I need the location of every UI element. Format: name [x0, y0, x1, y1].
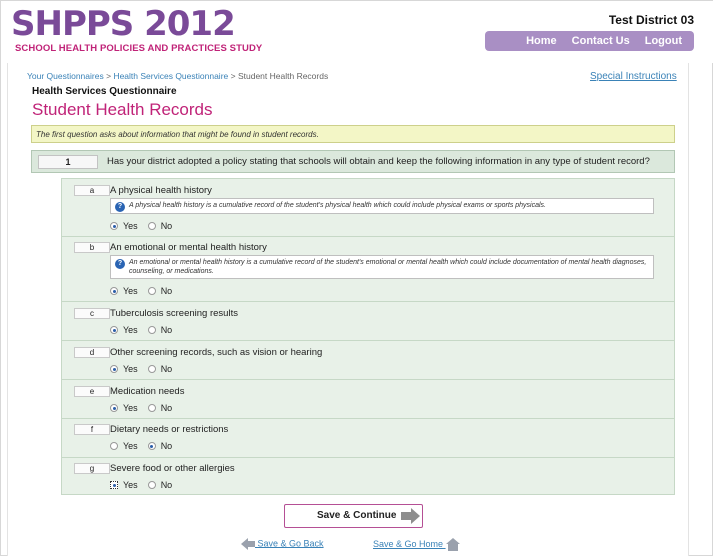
yes-radio[interactable]	[110, 404, 118, 412]
hint-text: A physical health history is a cumulativ…	[129, 202, 547, 209]
yes-label: Yes	[123, 480, 138, 490]
breadcrumb-questionnaires[interactable]: Your Questionnaires	[27, 71, 104, 81]
no-label: No	[160, 325, 173, 335]
questionnaire-name: Health Services Questionnaire	[32, 86, 177, 97]
yes-label: Yes	[123, 325, 138, 335]
list-item: g Severe food or other allergies Yes No	[62, 458, 674, 496]
yes-label: Yes	[123, 221, 138, 231]
no-label: No	[160, 480, 173, 490]
item-label: An emotional or mental health history	[110, 242, 267, 253]
yes-no-group: Yes No	[110, 364, 172, 374]
special-instructions-link[interactable]: Special Instructions	[590, 71, 677, 82]
item-hint: ? A physical health history is a cumulat…	[110, 198, 654, 214]
yes-label: Yes	[123, 403, 138, 413]
no-radio[interactable]	[147, 442, 156, 450]
sub-items-container: a A physical health history ? A physical…	[61, 178, 675, 495]
item-label: Dietary needs or restrictions	[110, 424, 229, 435]
yes-no-group: Yes No	[110, 441, 172, 451]
list-item: c Tuberculosis screening results Yes No	[62, 302, 674, 341]
no-radio[interactable]	[147, 365, 156, 373]
help-icon: ?	[115, 259, 125, 269]
breadcrumb-separator: >	[106, 71, 112, 81]
no-label: No	[160, 221, 173, 231]
item-label: A physical health history	[110, 185, 212, 196]
item-label: Tuberculosis screening results	[110, 308, 238, 319]
save-continue-button[interactable]: Save & Continue	[284, 504, 423, 528]
yes-label: Yes	[123, 286, 138, 296]
no-label: No	[160, 403, 173, 413]
logo-text: SHPPS 2012	[11, 4, 236, 44]
hint-text: An emotional or mental health history is…	[129, 259, 647, 275]
page-header: SHPPS 2012 SCHOOL HEALTH POLICIES AND PR…	[1, 1, 713, 63]
top-navigation: Home Contact Us Logout	[485, 31, 694, 51]
breadcrumb-health-services[interactable]: Health Services Questionnaire	[113, 71, 228, 81]
breadcrumb-separator: >	[230, 71, 236, 81]
yes-no-group: Yes No	[110, 403, 172, 413]
yes-radio[interactable]	[110, 222, 118, 230]
nav-logout-link[interactable]: Logout	[645, 35, 682, 47]
list-item: e Medication needs Yes No	[62, 380, 674, 419]
item-label: Severe food or other allergies	[110, 463, 235, 474]
nav-contact-link[interactable]: Contact Us	[572, 35, 630, 47]
yes-no-group: Yes No	[110, 480, 172, 490]
yes-radio[interactable]	[110, 287, 118, 295]
no-label: No	[160, 286, 173, 296]
no-label: No	[160, 364, 173, 374]
item-label: Medication needs	[110, 386, 185, 397]
yes-radio[interactable]	[110, 442, 118, 450]
question-row: 1 Has your district adopted a policy sta…	[31, 150, 675, 173]
yes-no-group: Yes No	[110, 286, 172, 296]
no-radio[interactable]	[147, 287, 156, 295]
nav-home-link[interactable]: Home	[526, 35, 557, 47]
list-item: d Other screening records, such as visio…	[62, 341, 674, 380]
yes-no-group: Yes No	[110, 325, 172, 335]
item-hint: ? An emotional or mental health history …	[110, 255, 654, 279]
yes-radio[interactable]	[110, 365, 118, 373]
save-go-back-label: Save & Go Back	[257, 538, 324, 549]
district-name: Test District 03	[608, 13, 694, 27]
item-letter: a	[74, 185, 110, 196]
yes-radio[interactable]	[110, 481, 118, 489]
yes-label: Yes	[123, 364, 138, 374]
no-radio[interactable]	[147, 222, 156, 230]
no-radio[interactable]	[147, 404, 156, 412]
shpps-logo[interactable]: SHPPS 2012 SCHOOL HEALTH POLICIES AND PR…	[11, 4, 262, 57]
no-radio[interactable]	[147, 481, 156, 489]
list-item: f Dietary needs or restrictions Yes No	[62, 419, 674, 458]
yes-radio[interactable]	[110, 326, 118, 334]
item-letter: d	[74, 347, 110, 358]
save-continue-label: Save & Continue	[317, 510, 397, 521]
yes-label: Yes	[123, 441, 138, 451]
item-letter: e	[74, 386, 110, 397]
yes-no-group: Yes No	[110, 221, 172, 231]
item-label: Other screening records, such as vision …	[110, 347, 323, 358]
intro-note: The first question asks about informatio…	[31, 125, 675, 143]
item-letter: f	[74, 424, 110, 435]
item-letter: b	[74, 242, 110, 253]
breadcrumb-current: Student Health Records	[237, 71, 329, 81]
breadcrumb: Your Questionnaires > Health Services Qu…	[27, 71, 328, 81]
item-letter: g	[74, 463, 110, 474]
home-icon	[445, 538, 460, 551]
arrow-right-icon	[401, 508, 420, 524]
arrow-left-icon	[241, 538, 255, 550]
save-go-home-link[interactable]: Save & Go Home	[373, 538, 460, 551]
logo-subtitle: SCHOOL HEALTH POLICIES AND PRACTICES STU…	[15, 43, 263, 54]
item-letter: c	[74, 308, 110, 319]
no-radio[interactable]	[147, 326, 156, 334]
list-item: b An emotional or mental health history …	[62, 237, 674, 302]
question-number: 1	[38, 155, 98, 169]
list-item: a A physical health history ? A physical…	[62, 179, 674, 237]
save-go-home-label: Save & Go Home	[373, 538, 444, 549]
no-label: No	[160, 441, 173, 451]
page-title: Student Health Records	[32, 100, 213, 119]
save-go-back-link[interactable]: Save & Go Back	[241, 538, 324, 550]
help-icon: ?	[115, 202, 125, 212]
question-text: Has your district adopted a policy stati…	[107, 156, 650, 167]
